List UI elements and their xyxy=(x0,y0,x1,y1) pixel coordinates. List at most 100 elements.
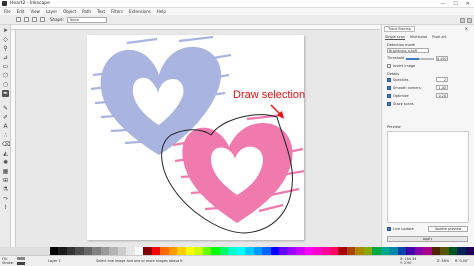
speckles-input[interactable]: 2 xyxy=(436,77,448,82)
palette-swatch[interactable] xyxy=(380,247,390,255)
palette-swatch[interactable] xyxy=(109,247,118,255)
palette-swatch[interactable] xyxy=(389,247,398,255)
front-heart[interactable] xyxy=(172,113,306,223)
menu-extensions[interactable]: Extensions xyxy=(129,9,151,14)
palette-swatch[interactable] xyxy=(313,247,322,255)
current-layer-select[interactable]: Layer 1 xyxy=(48,259,61,263)
3d-box-tool-icon[interactable]: ⬡ xyxy=(2,72,9,79)
menu-layer[interactable]: Layer xyxy=(46,9,57,14)
tab-multicolor[interactable]: Multicolor xyxy=(410,35,427,40)
bucket-tool-icon[interactable]: ◭ xyxy=(2,150,9,157)
close-button[interactable]: ✕ xyxy=(466,1,470,7)
invert-image-checkbox[interactable] xyxy=(387,64,391,68)
optimize-input[interactable]: 0.20 xyxy=(436,93,448,98)
eraser-tool-icon[interactable]: ⌫ xyxy=(2,141,10,148)
stroke-swatch[interactable] xyxy=(17,262,25,265)
palette-swatch[interactable] xyxy=(287,247,297,255)
canvas[interactable]: Draw selection xyxy=(16,30,380,247)
menu-path[interactable]: Path xyxy=(82,9,91,14)
rotation-level[interactable]: R: 0.00° xyxy=(455,259,469,263)
palette-swatch[interactable] xyxy=(406,247,415,255)
palette-swatch[interactable] xyxy=(236,247,246,255)
tab-pixel-art[interactable]: Pixel art xyxy=(432,35,446,40)
palette-swatch[interactable] xyxy=(50,247,59,255)
smooth-corners-input[interactable]: 1.00 xyxy=(436,85,448,90)
snap-toggle-icon[interactable] xyxy=(460,17,465,23)
menu-file[interactable]: File xyxy=(4,9,11,14)
optimize-checkbox[interactable] xyxy=(387,94,391,98)
smooth-corners-checkbox[interactable] xyxy=(387,86,391,90)
tab-single-scan[interactable]: Single scan xyxy=(385,35,405,40)
palette-swatch[interactable] xyxy=(440,247,449,255)
detection-mode-select[interactable]: Brightness cutoff xyxy=(387,48,429,53)
palette-swatch[interactable] xyxy=(423,247,432,255)
paraxial-mode-button[interactable] xyxy=(40,17,45,22)
palette-swatch[interactable] xyxy=(355,247,364,255)
pencil-tool-icon[interactable]: ✎ xyxy=(2,105,9,112)
artwork[interactable] xyxy=(87,35,306,240)
dropper-tool-icon[interactable]: ⚗ xyxy=(2,186,9,193)
connector-tool-icon[interactable]: ⤳ xyxy=(2,195,9,202)
palette-swatch[interactable] xyxy=(321,247,330,255)
document-page[interactable] xyxy=(87,35,306,240)
palette-swatch[interactable] xyxy=(160,247,169,255)
text-tool-icon[interactable]: A xyxy=(2,123,9,130)
palette-swatch[interactable] xyxy=(245,247,254,255)
menu-object[interactable]: Object xyxy=(63,9,76,14)
palette-swatch[interactable] xyxy=(185,247,195,255)
palette-swatch[interactable] xyxy=(151,247,161,255)
spiro-mode-button[interactable] xyxy=(24,17,29,22)
spray-tool-icon[interactable]: ∴ xyxy=(2,132,9,139)
selector-tool-icon[interactable]: ➤ xyxy=(2,27,9,34)
palette-swatch[interactable] xyxy=(363,247,373,255)
palette-swatch[interactable] xyxy=(143,247,152,255)
palette-swatch[interactable] xyxy=(270,247,280,255)
regular-bezier-mode-button[interactable] xyxy=(16,17,21,22)
fill-swatch[interactable] xyxy=(17,257,25,260)
palette-swatch[interactable] xyxy=(100,247,110,255)
menu-view[interactable]: View xyxy=(30,9,40,14)
apply-button[interactable]: Apply xyxy=(387,236,468,242)
palette-swatch[interactable] xyxy=(279,247,288,255)
pen-tool-icon[interactable]: ✒ xyxy=(2,90,9,97)
palette-swatch[interactable] xyxy=(372,247,381,255)
palette-swatch[interactable] xyxy=(211,247,220,255)
live-update-checkbox[interactable] xyxy=(387,227,391,231)
palette-swatch[interactable] xyxy=(194,247,203,255)
menu-edit[interactable]: Edit xyxy=(17,9,25,14)
palette-swatch[interactable] xyxy=(83,247,93,255)
rectangle-tool-icon[interactable]: ▭ xyxy=(2,63,9,70)
calligraphy-tool-icon[interactable]: ✐ xyxy=(2,114,9,121)
palette-swatch[interactable] xyxy=(329,247,339,255)
palette-swatch[interactable] xyxy=(414,247,424,255)
gradient-tool-icon[interactable]: ▦ xyxy=(2,168,9,175)
node-tool-icon[interactable]: ◇ xyxy=(2,36,9,43)
palette-swatch[interactable] xyxy=(465,247,474,255)
threshold-input[interactable]: 0.450 xyxy=(436,56,448,61)
update-preview-button[interactable]: Update preview xyxy=(428,226,468,232)
menu-filters[interactable]: Filters xyxy=(111,9,123,14)
minimize-button[interactable]: — xyxy=(440,1,445,7)
palette-swatch[interactable] xyxy=(457,247,466,255)
palette-swatch[interactable] xyxy=(66,247,76,255)
maximize-button[interactable]: ☐ xyxy=(453,1,457,7)
zoom-tool-icon[interactable]: ⚲ xyxy=(2,45,9,52)
panel-close-icon[interactable]: ✕ xyxy=(465,26,468,31)
palette-swatch[interactable] xyxy=(219,247,229,255)
snap-options-icon[interactable] xyxy=(467,17,472,23)
tweak-tool-icon[interactable]: ✺ xyxy=(2,159,9,166)
palette-swatch[interactable] xyxy=(58,247,67,255)
palette-swatch[interactable] xyxy=(296,247,305,255)
stack-scans-checkbox[interactable] xyxy=(387,102,391,106)
palette-swatch[interactable] xyxy=(448,247,458,255)
menu-text[interactable]: Text xyxy=(97,9,105,14)
palette-swatch[interactable] xyxy=(304,247,314,255)
palette-swatch[interactable] xyxy=(134,247,144,255)
trace-bitmap-tab[interactable]: Trace Bitmap xyxy=(384,26,415,32)
palette-swatch[interactable] xyxy=(168,247,178,255)
palette-swatch[interactable] xyxy=(228,247,237,255)
mesh-tool-icon[interactable]: ⊞ xyxy=(2,177,9,184)
palette-swatch[interactable] xyxy=(338,247,347,255)
bspline-mode-button[interactable] xyxy=(32,17,37,22)
palette-swatch[interactable] xyxy=(397,247,407,255)
